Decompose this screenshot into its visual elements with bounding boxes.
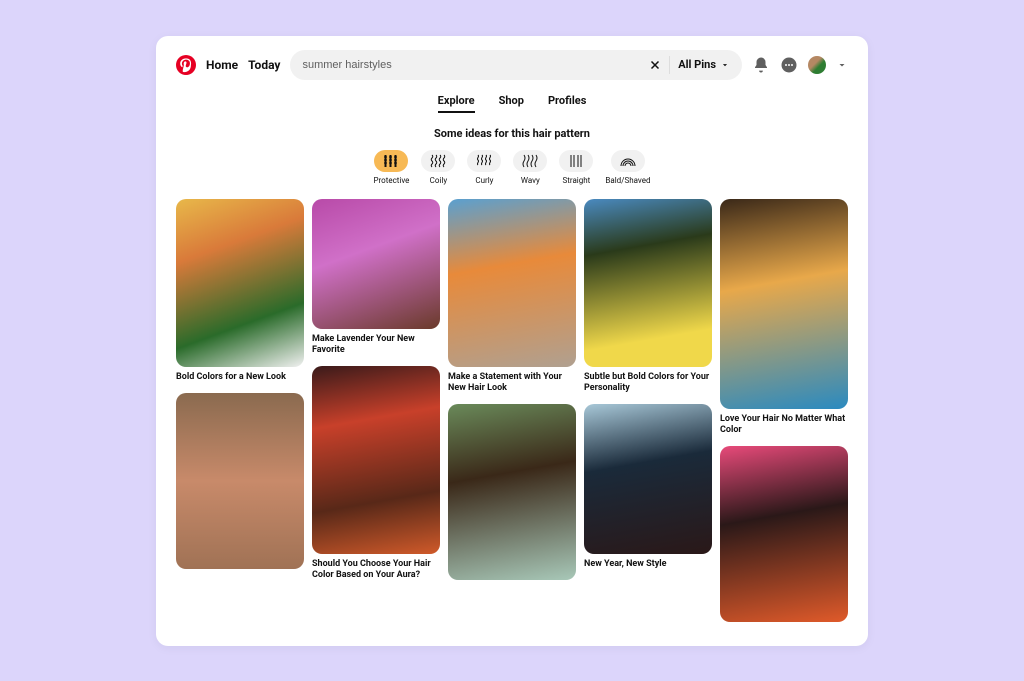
today-link[interactable]: Today — [248, 58, 280, 72]
clear-icon[interactable] — [649, 59, 661, 71]
pin-image — [312, 366, 440, 554]
search-input[interactable] — [302, 59, 641, 71]
ideas-title: Some ideas for this hair pattern — [176, 127, 848, 140]
notifications-icon[interactable] — [752, 56, 770, 74]
pin[interactable]: Make a Statement with Your New Hair Look — [448, 199, 576, 395]
pin-image — [720, 199, 848, 409]
pin[interactable] — [176, 393, 304, 569]
chevron-down-icon — [720, 60, 730, 70]
filter-dropdown[interactable]: All Pins — [678, 58, 730, 71]
pin-title: Love Your Hair No Matter What Color — [720, 414, 848, 437]
chip-bald-shaved[interactable]: Bald/Shaved — [605, 150, 650, 185]
pin[interactable]: Make Lavender Your New Favorite — [312, 199, 440, 357]
pin-title: New Year, New Style — [584, 559, 712, 570]
pin-image — [584, 404, 712, 554]
pin-title: Subtle but Bold Colors for Your Personal… — [584, 372, 712, 395]
pin-title: Make a Statement with Your New Hair Look — [448, 372, 576, 395]
pin-title: Make Lavender Your New Favorite — [312, 334, 440, 357]
divider — [669, 56, 670, 74]
chip-protective[interactable]: Protective — [373, 150, 409, 185]
chip-wavy[interactable]: Wavy — [513, 150, 547, 185]
chip-label: Bald/Shaved — [605, 176, 650, 185]
pin-title: Should You Choose Your Hair Color Based … — [312, 559, 440, 582]
pin[interactable]: New Year, New Style — [584, 404, 712, 570]
chip-straight[interactable]: Straight — [559, 150, 593, 185]
chip-label: Straight — [563, 176, 591, 185]
hair-pattern-icon — [513, 150, 547, 172]
hair-pattern-icon — [421, 150, 455, 172]
hair-pattern-icon — [467, 150, 501, 172]
hair-pattern-icon — [559, 150, 593, 172]
pin-title: Bold Colors for a New Look — [176, 372, 304, 383]
pin-image — [448, 199, 576, 367]
pin-image — [176, 199, 304, 367]
pin[interactable]: Bold Colors for a New Look — [176, 199, 304, 383]
chip-label: Curly — [475, 176, 493, 185]
app-window: Home Today All Pins Explore Shop Profile — [156, 36, 868, 646]
pin[interactable] — [720, 446, 848, 622]
avatar[interactable] — [808, 56, 826, 74]
pin-image — [176, 393, 304, 569]
pin-grid: Bold Colors for a New Look Make Lavender … — [176, 199, 848, 623]
chip-curly[interactable]: Curly — [467, 150, 501, 185]
messages-icon[interactable] — [780, 56, 798, 74]
header: Home Today All Pins — [176, 50, 848, 80]
pin-image — [584, 199, 712, 367]
pin[interactable]: Subtle but Bold Colors for Your Personal… — [584, 199, 712, 395]
pin[interactable] — [448, 404, 576, 580]
filter-label: All Pins — [678, 58, 716, 71]
home-link[interactable]: Home — [206, 58, 238, 72]
chip-coily[interactable]: Coily — [421, 150, 455, 185]
chip-label: Coily — [430, 176, 447, 185]
hair-pattern-icon — [374, 150, 408, 172]
pin[interactable]: Should You Choose Your Hair Color Based … — [312, 366, 440, 582]
pin-image — [720, 446, 848, 622]
search-bar[interactable]: All Pins — [290, 50, 742, 80]
pinterest-logo-icon[interactable] — [176, 55, 196, 75]
tab-shop[interactable]: Shop — [499, 94, 524, 113]
hair-pattern-icon — [611, 150, 645, 172]
pin-image — [312, 199, 440, 329]
tab-explore[interactable]: Explore — [438, 94, 475, 113]
pin-image — [448, 404, 576, 580]
chip-label: Wavy — [521, 176, 540, 185]
tab-profiles[interactable]: Profiles — [548, 94, 586, 113]
chip-label: Protective — [373, 176, 409, 185]
hair-pattern-chips: Protective Coily Curly Wavy Straight Bald/Sha… — [176, 150, 848, 185]
pin[interactable]: Love Your Hair No Matter What Color — [720, 199, 848, 437]
account-chevron-icon[interactable] — [836, 56, 848, 74]
tabs: Explore Shop Profiles — [176, 94, 848, 113]
